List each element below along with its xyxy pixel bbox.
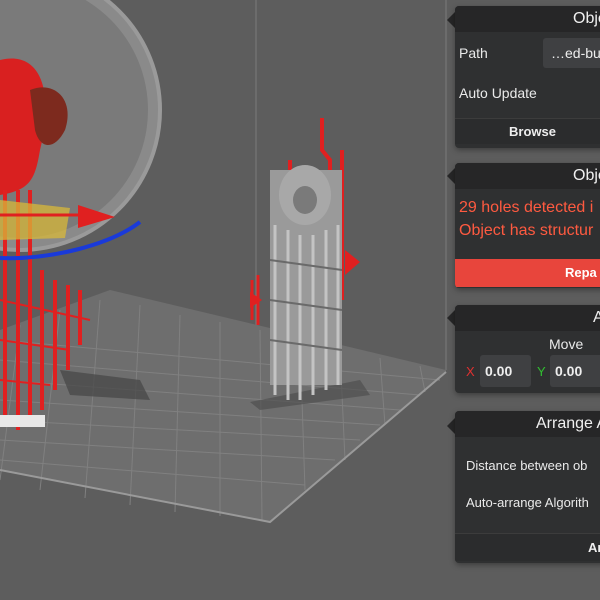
structure-error-text: Object has structur [459, 222, 594, 239]
arrange-panel: Arrange A Distance between ob Auto-arran… [455, 411, 600, 563]
panel-notch [447, 418, 455, 434]
move-label: Move [549, 336, 584, 352]
repair-button[interactable]: Repa [455, 259, 600, 287]
y-axis-label: Y [537, 364, 546, 379]
object-panel-title: Obje [455, 6, 600, 32]
panel-notch [447, 168, 455, 184]
move-y-input[interactable]: 0.00 [550, 355, 600, 387]
transform-panel: A Move X 0.00 Y 0.00 [455, 305, 600, 393]
object-check-panel-title: Obje [455, 163, 600, 189]
holes-error-text: 29 holes detected i [459, 199, 594, 216]
path-label: Path [459, 45, 488, 61]
algorithm-label: Auto-arrange Algorith [466, 495, 589, 510]
arrange-button[interactable]: Ar [455, 533, 600, 561]
auto-update-label: Auto Update [459, 85, 537, 101]
transform-panel-title: A [455, 305, 600, 331]
move-x-input[interactable]: 0.00 [480, 355, 531, 387]
x-axis-label: X [466, 364, 475, 379]
object-panel: Obje Path …ed-bu Auto Update Browse [455, 6, 600, 148]
arrange-panel-title: Arrange A [455, 411, 600, 437]
object-check-panel: Obje 29 holes detected i Object has stru… [455, 163, 600, 288]
panel-notch [447, 310, 455, 326]
panel-notch [447, 12, 455, 28]
distance-label: Distance between ob [466, 458, 588, 473]
path-input[interactable]: …ed-bu [543, 38, 600, 68]
browse-button[interactable]: Browse [455, 118, 600, 144]
